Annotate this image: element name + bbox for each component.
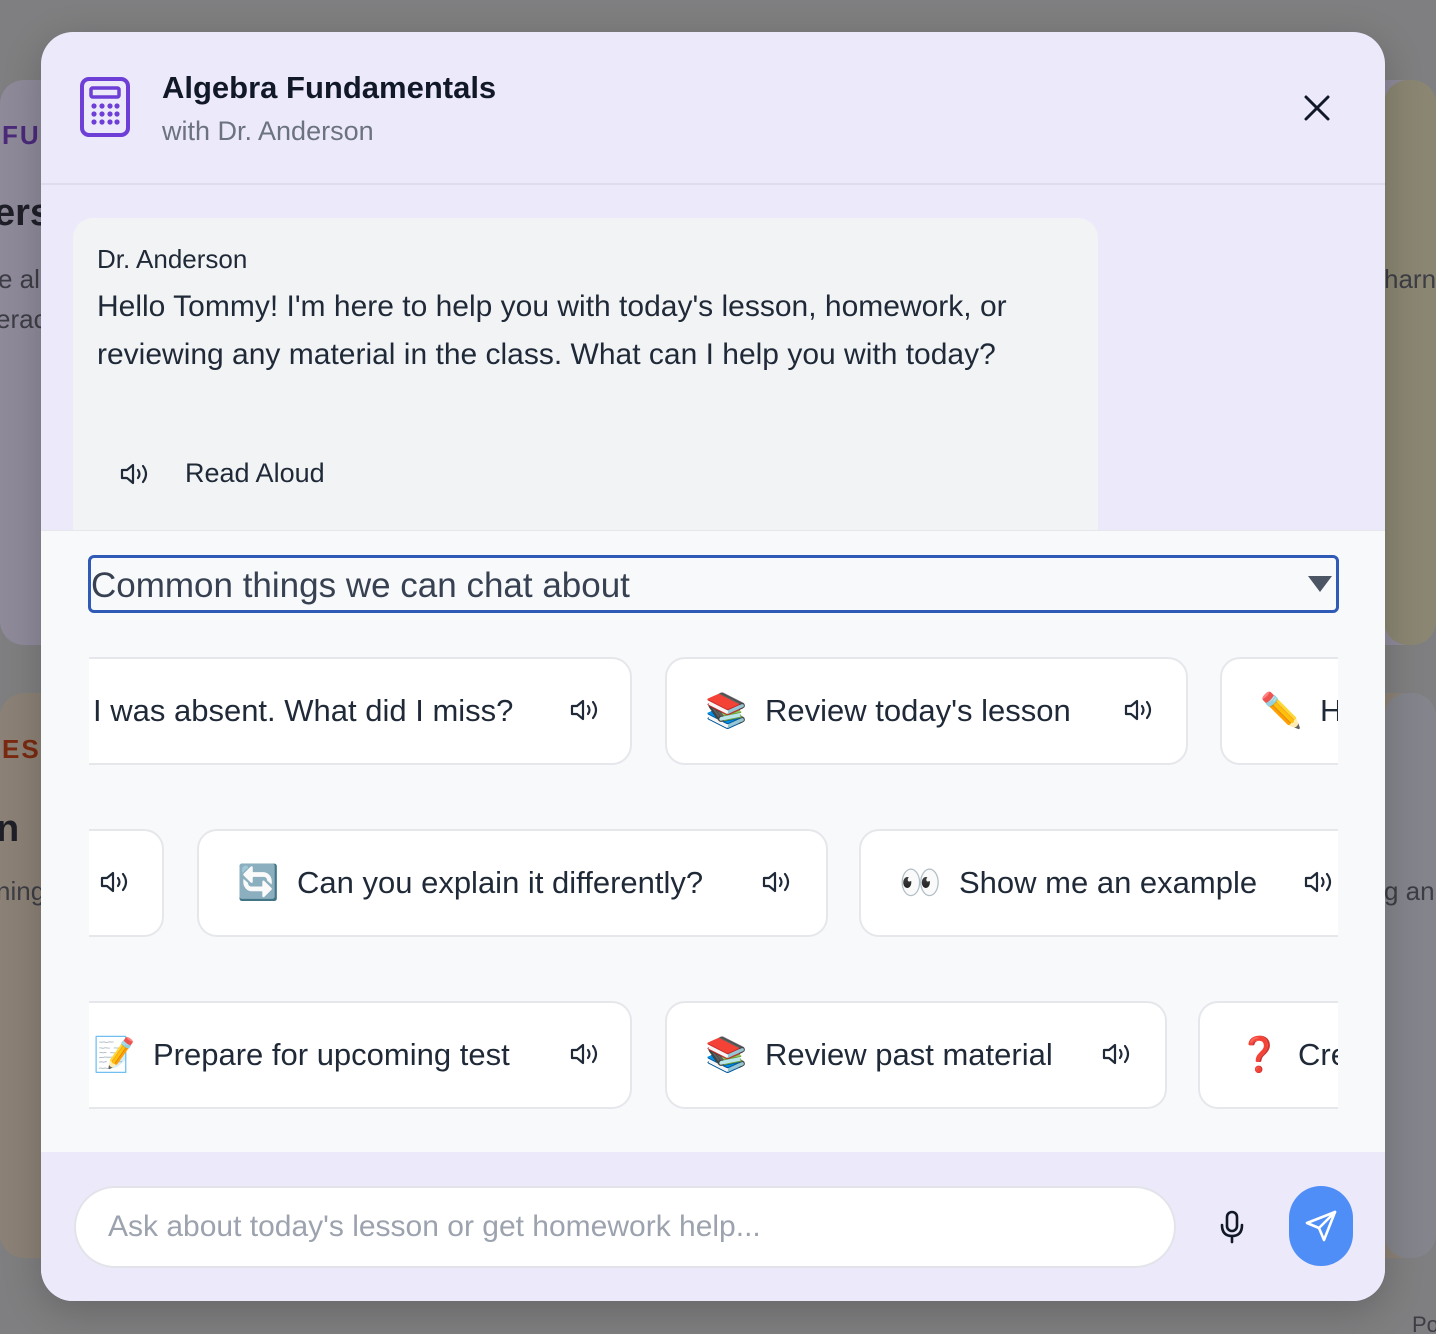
question-mark-icon: ❓ (1238, 1036, 1281, 1074)
background-card (1384, 80, 1436, 645)
eyes-icon: 👀 (899, 864, 942, 902)
suggestions-panel: Common things we can chat about I was ab… (41, 530, 1385, 1152)
speaker-icon[interactable] (1303, 869, 1337, 900)
chat-modal: Algebra Fundamentals with Dr. Anderson D… (41, 32, 1385, 1301)
chat-messages: Dr. Anderson Hello Tommy! I'm here to he… (41, 187, 1385, 530)
message-composer (41, 1153, 1385, 1301)
send-button[interactable] (1289, 1186, 1353, 1266)
suggestion-chip-partial[interactable] (89, 829, 164, 937)
speaker-icon[interactable] (99, 869, 133, 900)
calculator-icon (79, 76, 131, 138)
topics-dropdown[interactable]: Common things we can chat about (88, 555, 1339, 613)
suggestion-chip-label: Can you explain it differently? (297, 865, 704, 900)
suggestion-chip-test-prep[interactable]: 📝 Prepare for upcoming test (89, 1001, 632, 1109)
suggestion-chip-label: H (1320, 693, 1338, 728)
speaker-icon (120, 463, 148, 484)
suggestion-chips: I was absent. What did I miss? 📚 Review … (89, 657, 1338, 1117)
background-text: ning (0, 876, 46, 906)
suggestion-chip-label: Review past material (765, 1037, 1053, 1072)
modal-subtitle: with Dr. Anderson (162, 116, 374, 146)
speaker-icon[interactable] (761, 869, 795, 900)
suggestion-chip-create[interactable]: ❓ Cre (1198, 1001, 1338, 1109)
speaker-icon[interactable] (569, 697, 603, 728)
modal-title: Algebra Fundamentals (162, 70, 497, 105)
speaker-icon[interactable] (1101, 1041, 1135, 1072)
background-text: ES (2, 734, 41, 764)
message-input[interactable] (74, 1186, 1176, 1268)
suggestion-chip-label: Review today's lesson (765, 693, 1071, 728)
speaker-icon[interactable] (1123, 697, 1157, 728)
refresh-icon: 🔄 (237, 864, 280, 902)
pencil-icon: ✏️ (1260, 692, 1303, 730)
suggestion-chip-label: Cre (1298, 1037, 1338, 1072)
microphone-icon (1220, 1210, 1244, 1244)
suggestion-chip-label: Prepare for upcoming test (153, 1037, 510, 1072)
background-text: g an (1384, 876, 1435, 906)
background-text: Po (1412, 1312, 1436, 1334)
speaker-icon[interactable] (569, 1041, 603, 1072)
read-aloud-label: Read Aloud (185, 458, 325, 488)
suggestion-chip-absent[interactable]: I was absent. What did I miss? (89, 657, 632, 765)
modal-header: Algebra Fundamentals with Dr. Anderson (41, 32, 1385, 185)
suggestion-chip-review-past[interactable]: 📚 Review past material (665, 1001, 1167, 1109)
close-icon (1304, 95, 1330, 121)
suggestion-chip-example[interactable]: 👀 Show me an example (859, 829, 1338, 937)
message-sender: Dr. Anderson (97, 244, 248, 274)
background-text: FU (2, 120, 41, 150)
background-card (1384, 693, 1436, 1258)
books-icon: 📚 (705, 692, 748, 730)
suggestion-chip-explain-differently[interactable]: 🔄 Can you explain it differently? (197, 829, 828, 937)
background-text: harn (1384, 264, 1436, 294)
suggestion-chip-label: Show me an example (959, 865, 1258, 900)
background-text: erac (0, 304, 47, 334)
memo-icon: 📝 (93, 1036, 136, 1074)
send-icon (1305, 1210, 1337, 1242)
read-aloud-button[interactable]: Read Aloud (119, 458, 325, 489)
caret-down-icon (1308, 576, 1332, 592)
message-bubble: Dr. Anderson Hello Tommy! I'm here to he… (73, 218, 1098, 530)
close-button[interactable] (1297, 88, 1337, 128)
microphone-button[interactable] (1217, 1209, 1247, 1245)
suggestion-chip-label: I was absent. What did I miss? (93, 693, 514, 728)
background-text: n (0, 808, 20, 850)
books-icon: 📚 (705, 1036, 748, 1074)
topics-dropdown-label: Common things we can chat about (91, 566, 630, 605)
message-text: Hello Tommy! I'm here to help you with t… (97, 290, 1007, 371)
suggestion-chip-review-lesson[interactable]: 📚 Review today's lesson (665, 657, 1188, 765)
suggestion-chip-homework[interactable]: ✏️ H (1220, 657, 1338, 765)
